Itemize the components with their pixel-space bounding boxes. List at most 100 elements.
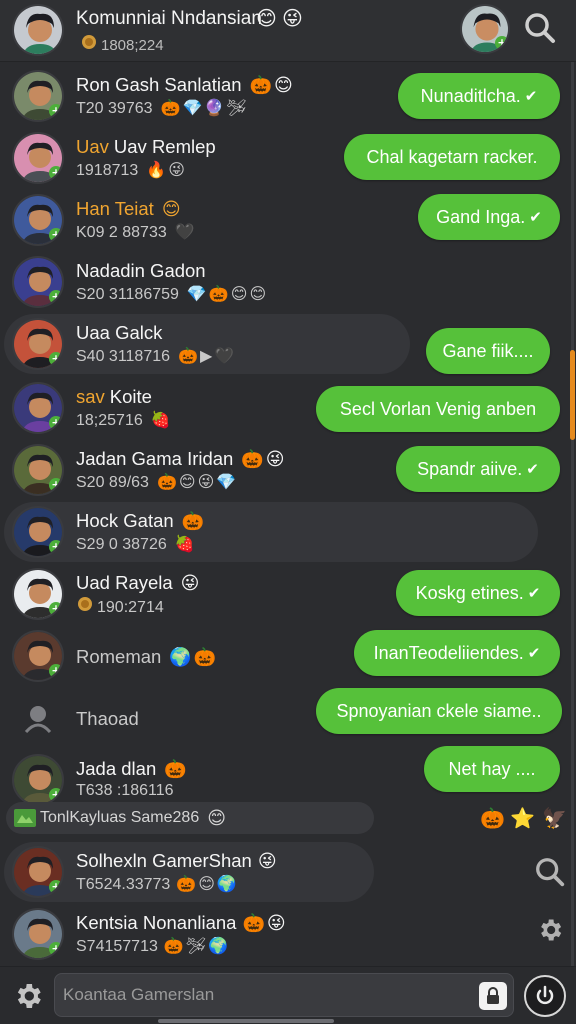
settings-button[interactable] [6, 974, 50, 1018]
chat-title: Komunniai Nndansian [76, 8, 262, 29]
message-text: Nunaditlcha. [420, 85, 521, 106]
chat-row[interactable]: + Nadadin Gadon S20 31186759 💎 🎃 😊 😊 [4, 252, 570, 312]
meta-emoji: 💎 [216, 472, 237, 491]
meta-emoji: 🖤 [214, 346, 235, 365]
message-bubble[interactable]: Secl Vorlan Venig anben [316, 386, 560, 432]
contact-name: Han Teiat 😊 [76, 198, 181, 220]
message-bubble[interactable]: Gane fiik.... [426, 328, 550, 374]
contact-meta: 18;25716 🍓 [76, 410, 171, 430]
message-bubble[interactable]: InanTeodeliiendes. ✔ [354, 630, 560, 676]
contact-avatar[interactable]: + [12, 382, 64, 434]
contact-meta-text: S20 89/63 [76, 474, 149, 491]
message-bubble[interactable]: Net hay .... [424, 746, 560, 792]
name-emoji: 🌍 [169, 647, 192, 668]
meta-emoji: 🎃 [163, 936, 184, 955]
message-composer[interactable] [54, 973, 514, 1017]
name-emoji: 🎃 [241, 449, 264, 470]
contact-name: Jadan Gama Iridan 🎃 😜 [76, 448, 285, 470]
home-indicator [158, 1019, 334, 1023]
contact-avatar[interactable]: + [12, 630, 64, 682]
reaction-emoji-2[interactable]: ⭐ [510, 806, 535, 830]
group-avatar[interactable] [12, 4, 64, 56]
message-input[interactable] [63, 980, 463, 1010]
contact-avatar[interactable]: + [12, 194, 64, 246]
contact-avatar[interactable]: + [12, 256, 64, 308]
reaction-emoji-1[interactable]: 🎃 [480, 806, 505, 830]
online-badge-icon: + [49, 880, 62, 894]
map-icon [14, 809, 36, 827]
contact-name-text: Hock Gatan [76, 510, 174, 531]
meta-emoji: 🛩 [185, 936, 207, 955]
contact-meta: 1918713 🔥 😜 [76, 160, 185, 180]
coin-icon [80, 34, 98, 54]
contact-avatar[interactable]: + [12, 444, 64, 496]
contact-avatar[interactable]: + [12, 754, 64, 806]
meta-emoji: 💎 [182, 98, 203, 117]
message-bubble[interactable]: Nunaditlcha. ✔ [398, 73, 560, 119]
contact-name: Ron Gash Sanlatian 🎃 😊 [76, 74, 293, 96]
contact-name: Solhexln GamerShan 😜 [76, 850, 277, 872]
contact-avatar[interactable]: + [12, 506, 64, 558]
contact-meta-text: S29 0 38726 [76, 536, 167, 553]
lock-button[interactable] [479, 982, 507, 1010]
message-bubble[interactable]: Chal kagetarn racker. [344, 134, 560, 180]
contact-avatar[interactable]: + [12, 70, 64, 122]
contact-name: Uad Rayela 😜 [76, 572, 199, 594]
message-text: Net hay .... [448, 758, 536, 779]
chat-row[interactable]: + Kentsia Nonanliana 🎃 😜 S74157713 🎃 🛩 🌍 [4, 904, 570, 964]
contact-avatar[interactable]: + [12, 846, 64, 898]
search-button[interactable] [518, 6, 562, 50]
contact-meta: S20 89/63 🎃 😊 😜 💎 [76, 472, 236, 492]
message-bubble[interactable]: Spandr aiive. ✔ [396, 446, 560, 492]
contact-name-prefix: sav [76, 386, 105, 407]
name-emoji: 😜 [180, 573, 200, 594]
message-text: InanTeodeliiendes. [373, 642, 524, 663]
contact-meta-text: S40 3118716 [76, 348, 171, 365]
meta-emoji: 🌍 [216, 874, 237, 893]
settings-button-lower[interactable] [528, 908, 572, 952]
contact-meta-text: K09 2 88733 [76, 224, 167, 241]
online-badge-icon: + [49, 788, 62, 802]
group-bar[interactable]: TonlKayluas Same286 😊 [6, 802, 374, 834]
meta-emoji: 😜 [168, 160, 185, 179]
online-badge-icon: + [49, 478, 62, 492]
group-bar-label: TonlKayluas Same286 [40, 809, 200, 826]
meta-emoji: 🎃 [208, 284, 229, 303]
online-badge-icon: + [495, 36, 508, 50]
scrollbar-track[interactable] [571, 62, 574, 972]
lock-icon [487, 987, 499, 1004]
contact-name-text: Uaa Galck [76, 322, 163, 343]
message-bubble[interactable]: Spnoyanian ckele siame.. [316, 688, 562, 734]
message-bubble[interactable]: Gand Inga. ✔ [418, 194, 560, 240]
online-badge-icon: + [49, 228, 62, 242]
message-bubble[interactable]: Koskg etines. ✔ [396, 570, 560, 616]
contact-avatar[interactable]: + [12, 132, 64, 184]
meta-emoji: 😊 [178, 472, 196, 491]
search-icon [536, 858, 565, 887]
send-button[interactable] [524, 975, 566, 1017]
name-emoji: 🎃 [193, 647, 217, 668]
user-placeholder-icon [24, 706, 52, 733]
contact-name-text: Uav Remlep [113, 136, 216, 157]
chat-row[interactable]: + Solhexln GamerShan 😜 T6524.33773 🎃 😊 🌍 [4, 842, 570, 902]
contact-avatar[interactable]: + [12, 908, 64, 960]
profile-avatar[interactable]: + [460, 4, 510, 54]
contact-avatar[interactable]: + [12, 568, 64, 620]
contact-meta-text: 18;25716 [76, 412, 143, 429]
search-button-lower[interactable] [528, 850, 572, 894]
name-emoji: 😜 [257, 851, 277, 872]
meta-emoji: 🎃 [176, 874, 197, 893]
contact-avatar[interactable]: + [12, 318, 64, 370]
online-badge-icon: + [49, 664, 62, 678]
chat-row[interactable]: + Hock Gatan 🎃 S29 0 38726 🍓 [4, 502, 570, 562]
contact-meta: 190:2714 [76, 596, 164, 617]
contact-name: sav Koite [76, 386, 152, 408]
placeholder-avatar[interactable] [12, 692, 64, 744]
reaction-emoji-3[interactable]: 🦅 [542, 806, 567, 830]
meta-emoji: 😊 [198, 874, 215, 893]
scrollbar-thumb[interactable] [570, 350, 575, 440]
contact-meta: T20 39763 🎃 💎 🔮 🛩 [76, 98, 247, 118]
power-icon [536, 985, 554, 1005]
contact-name-text: Romeman [76, 646, 162, 667]
message-text: Gand Inga. [436, 206, 526, 227]
